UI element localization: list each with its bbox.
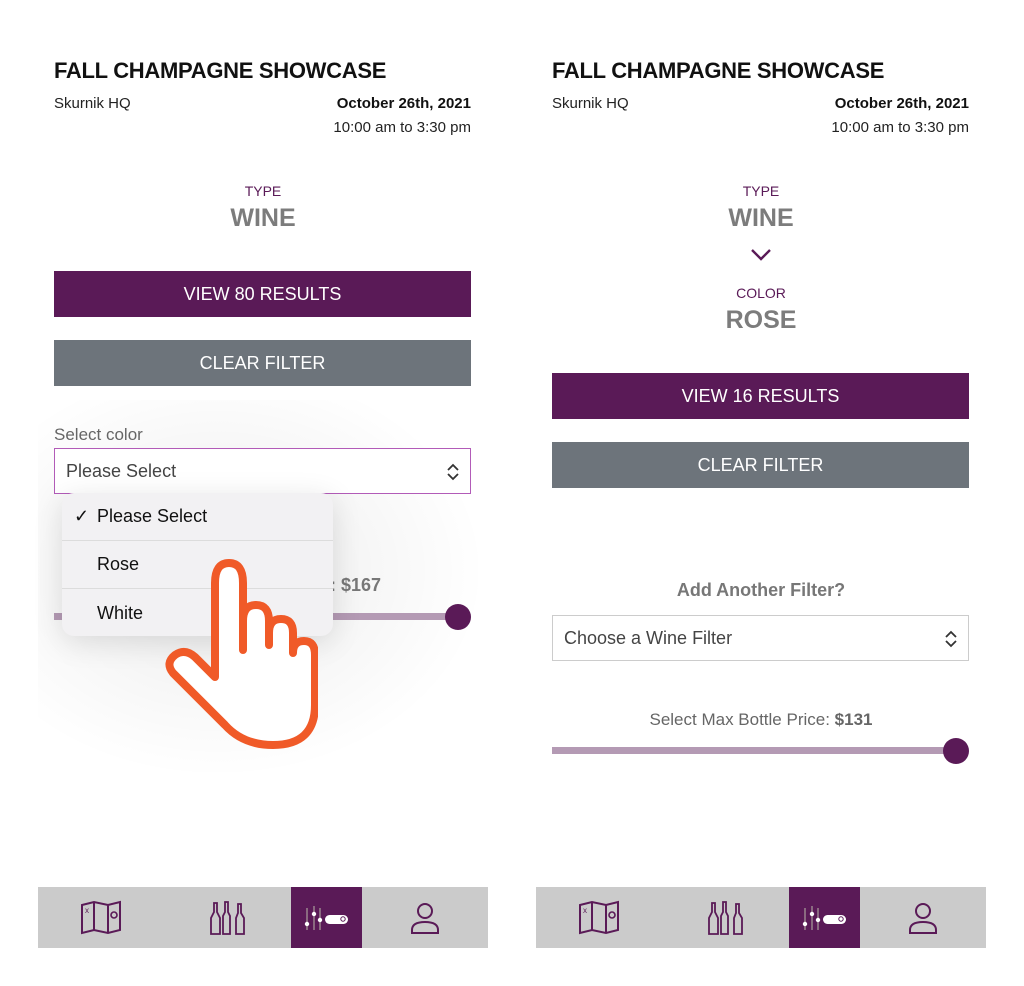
- filter-search-icon: [802, 905, 847, 930]
- select-value: Choose a Wine Filter: [564, 627, 733, 648]
- svg-text:x: x: [85, 906, 89, 915]
- event-date: October 26th, 2021: [834, 95, 969, 112]
- user-icon: [908, 902, 937, 934]
- nav-filter[interactable]: [788, 887, 860, 948]
- price-slider-track[interactable]: [552, 747, 957, 754]
- hand-pointer-icon: [165, 559, 318, 749]
- bottles-icon: [708, 900, 744, 935]
- left-screen: FALL CHAMPAGNE SHOWCASE Skurnik HQ Octob…: [38, 40, 488, 948]
- user-icon: [410, 902, 439, 934]
- bottom-nav: x: [536, 887, 986, 948]
- price-value: : $167: [330, 575, 382, 595]
- option-label: Please Select: [97, 506, 208, 526]
- event-title: FALL CHAMPAGNE SHOWCASE: [54, 58, 387, 83]
- event-title: FALL CHAMPAGNE SHOWCASE: [552, 58, 885, 83]
- color-select[interactable]: Please Select: [54, 448, 471, 494]
- nav-map[interactable]: x: [536, 887, 662, 948]
- checkmark-icon: ✓: [74, 506, 90, 526]
- bottom-nav: x: [38, 887, 488, 948]
- nav-filter[interactable]: [290, 887, 362, 948]
- clear-filter-button[interactable]: CLEAR FILTER: [54, 340, 471, 386]
- nav-map[interactable]: x: [38, 887, 164, 948]
- price-label-text: Select Max Bottle Price:: [649, 710, 835, 729]
- option-label: Rose: [97, 554, 140, 574]
- add-filter-heading: Add Another Filter?: [676, 580, 846, 600]
- svg-text:x: x: [583, 906, 587, 915]
- select-value: Please Select: [66, 460, 177, 481]
- wine-filter-select[interactable]: Choose a Wine Filter: [552, 615, 969, 661]
- event-date: October 26th, 2021: [336, 95, 471, 112]
- map-icon: x: [579, 900, 620, 934]
- price-slider-thumb[interactable]: [445, 604, 471, 630]
- nav-profile[interactable]: [362, 887, 488, 948]
- type-value[interactable]: WINE: [38, 204, 488, 233]
- type-label: TYPE: [742, 183, 780, 199]
- nav-profile[interactable]: [860, 887, 986, 948]
- max-price-label: Select Max Bottle Price: $131: [536, 710, 986, 730]
- nav-wines[interactable]: [662, 887, 788, 948]
- view-results-button[interactable]: VIEW 16 RESULTS: [552, 373, 969, 419]
- type-label: TYPE: [244, 183, 282, 199]
- clear-filter-button[interactable]: CLEAR FILTER: [552, 442, 969, 488]
- map-icon: x: [81, 900, 122, 934]
- chevron-updown-icon: [447, 463, 459, 481]
- event-time: 10:00 am to 3:30 pm: [831, 119, 969, 136]
- menu-option-please-select[interactable]: ✓ Please Select: [62, 493, 333, 541]
- bottles-icon: [210, 900, 246, 935]
- chevron-updown-icon: [945, 630, 957, 648]
- color-value[interactable]: ROSE: [536, 306, 986, 335]
- right-screen: FALL CHAMPAGNE SHOWCASE Skurnik HQ Octob…: [536, 40, 986, 948]
- event-time: 10:00 am to 3:30 pm: [333, 119, 471, 136]
- venue: Skurnik HQ: [54, 95, 131, 112]
- price-slider-thumb[interactable]: [943, 738, 969, 764]
- chevron-down-icon: [751, 249, 771, 261]
- type-value[interactable]: WINE: [536, 204, 986, 233]
- option-label: White: [97, 602, 144, 623]
- color-label: COLOR: [736, 285, 786, 301]
- filter-search-icon: [304, 905, 349, 930]
- nav-wines[interactable]: [164, 887, 290, 948]
- view-results-button[interactable]: VIEW 80 RESULTS: [54, 271, 471, 317]
- select-color-label: Select color: [54, 425, 143, 444]
- price-value: $131: [834, 710, 873, 729]
- venue: Skurnik HQ: [552, 95, 629, 112]
